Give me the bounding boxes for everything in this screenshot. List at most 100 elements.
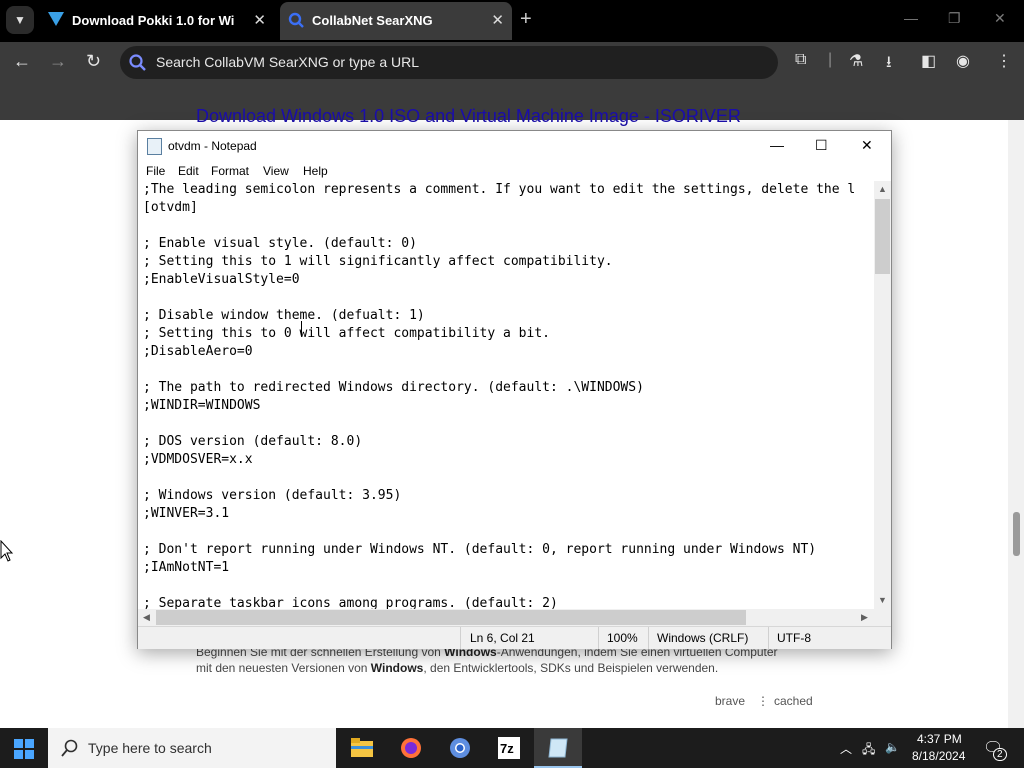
scroll-up-arrow-icon[interactable]: ▲ bbox=[878, 184, 887, 194]
close-window-icon[interactable]: ✕ bbox=[994, 10, 1006, 27]
line-endings: Windows (CRLF) bbox=[657, 631, 749, 645]
cached-link[interactable]: cached bbox=[774, 694, 813, 708]
menu-format[interactable]: Format bbox=[211, 164, 249, 178]
7zip-icon: 7z bbox=[498, 737, 520, 759]
toolbar-divider: | bbox=[828, 51, 833, 68]
notepad-text-area[interactable]: ;The leading semicolon represents a comm… bbox=[138, 181, 874, 609]
tab-download-pokki[interactable]: Download Pokki 1.0 for Windo ✕ bbox=[40, 2, 274, 40]
windows-start-icon[interactable] bbox=[14, 739, 34, 759]
clock-time[interactable]: 4:37 PM bbox=[917, 732, 962, 746]
text-caret bbox=[301, 321, 302, 336]
text-line: ;IAmNotNT=1 bbox=[143, 560, 230, 575]
download-icon[interactable]: ⭳ bbox=[886, 51, 892, 78]
taskbar-app-firefox[interactable] bbox=[387, 728, 435, 768]
status-divider bbox=[460, 627, 461, 649]
address-bar-text: Search CollabVM SearXNG or type a URL bbox=[156, 54, 419, 70]
extensions-icon[interactable]: ⧉ bbox=[795, 51, 806, 69]
taskbar-app-notepad[interactable] bbox=[534, 728, 582, 768]
notepad-app-icon bbox=[548, 738, 568, 758]
scroll-down-arrow-icon[interactable]: ▼ bbox=[878, 595, 887, 605]
taskbar-search-icon bbox=[61, 739, 78, 757]
download-favicon-icon bbox=[48, 12, 64, 26]
notepad-vertical-scrollbar[interactable]: ▲ ▼ bbox=[874, 181, 891, 609]
text-line: ; DOS version (default: 8.0) bbox=[143, 434, 363, 449]
taskbar-search-placeholder: Type here to search bbox=[88, 740, 212, 756]
minimize-icon[interactable]: — bbox=[904, 10, 918, 26]
network-icon[interactable]: 🖧 bbox=[862, 740, 875, 761]
side-panel-icon[interactable]: ◧ bbox=[921, 51, 936, 71]
taskbar-app-7zip[interactable]: 7z bbox=[485, 728, 533, 768]
labs-flask-icon[interactable]: ⚗ bbox=[849, 51, 863, 71]
browser-tab-strip: ▼ Download Pokki 1.0 for Windo ✕ CollabN… bbox=[0, 0, 1024, 42]
tab-close-icon[interactable]: ✕ bbox=[253, 11, 266, 29]
text-line: ;EnableVisualStyle=0 bbox=[143, 272, 300, 287]
menu-view[interactable]: View bbox=[263, 164, 289, 178]
searxng-favicon-icon bbox=[288, 12, 304, 28]
browser-toolbar: ← → ↻ Search CollabVM SearXNG or type a … bbox=[0, 42, 1024, 82]
notepad-title-bar[interactable]: otvdm - Notepad — ☐ ✕ bbox=[138, 131, 891, 161]
profile-avatar-icon[interactable]: ◉ bbox=[956, 51, 970, 71]
notepad-horizontal-scrollbar[interactable]: ◀ ▶ bbox=[138, 609, 874, 626]
notepad-status-bar: Ln 6, Col 21 100% Windows (CRLF) UTF-8 bbox=[138, 626, 891, 649]
result-engine-label: brave bbox=[715, 694, 746, 708]
notepad-minimize-icon[interactable]: — bbox=[770, 137, 784, 153]
volume-icon[interactable]: 🔈 bbox=[885, 740, 900, 754]
text-line: ;The leading semicolon represents a comm… bbox=[143, 182, 856, 197]
tab-collabnet-searxng[interactable]: CollabNet SearXNG ✕ bbox=[280, 2, 512, 40]
new-tab-button[interactable]: + bbox=[520, 8, 532, 31]
taskbar-app-chromium[interactable] bbox=[436, 728, 484, 768]
menu-edit[interactable]: Edit bbox=[178, 164, 199, 178]
encoding: UTF-8 bbox=[777, 631, 811, 645]
notepad-title: otvdm - Notepad bbox=[168, 139, 257, 153]
page-scrollbar[interactable] bbox=[1008, 120, 1024, 728]
tab-title: Download Pokki 1.0 for Windo bbox=[72, 13, 234, 28]
snippet-bold: Windows bbox=[370, 661, 424, 675]
tab-search-dropdown-button[interactable]: ▼ bbox=[6, 6, 34, 34]
text-line: ; Enable visual style. (default: 0) bbox=[143, 236, 417, 251]
text-line: ; Disable window theme. (defualt: 1) bbox=[143, 308, 425, 323]
notification-count-badge: 2 bbox=[993, 748, 1007, 761]
menu-icon[interactable]: ⋮ bbox=[996, 51, 1012, 71]
tab-close-icon[interactable]: ✕ bbox=[491, 11, 504, 29]
scroll-right-arrow-icon[interactable]: ▶ bbox=[861, 612, 868, 623]
size-grip[interactable] bbox=[874, 609, 891, 626]
status-divider bbox=[648, 627, 649, 649]
svg-text:7z: 7z bbox=[500, 741, 514, 756]
horizontal-scroll-thumb[interactable] bbox=[156, 610, 746, 625]
text-line: ; Separate taskbar icons among programs.… bbox=[143, 596, 558, 609]
taskbar-search-box[interactable]: Type here to search bbox=[48, 728, 336, 768]
notepad-window: otvdm - Notepad — ☐ ✕ File Edit Format V… bbox=[137, 130, 892, 649]
menu-help[interactable]: Help bbox=[303, 164, 328, 178]
notepad-maximize-icon[interactable]: ☐ bbox=[815, 137, 828, 154]
notepad-close-icon[interactable]: ✕ bbox=[861, 137, 873, 154]
taskbar-app-file-explorer[interactable] bbox=[338, 728, 386, 768]
result-separator: ⋮ bbox=[757, 694, 769, 708]
text-line: ;VDMDOSVER=x.x bbox=[143, 452, 253, 467]
text-line: ; Don't report running under Windows NT.… bbox=[143, 542, 817, 557]
search-icon bbox=[129, 54, 146, 71]
firefox-icon bbox=[401, 738, 421, 758]
tab-title: CollabNet SearXNG bbox=[312, 13, 433, 28]
forward-button[interactable]: → bbox=[49, 51, 67, 72]
address-bar[interactable]: Search CollabVM SearXNG or type a URL bbox=[120, 46, 778, 79]
result-title-link[interactable]: Download Windows 1.0 ISO and Virtual Mac… bbox=[196, 106, 741, 127]
back-button[interactable]: ← bbox=[13, 51, 31, 72]
clock-date[interactable]: 8/18/2024 bbox=[912, 749, 965, 763]
text-line: ;DisableAero=0 bbox=[143, 344, 253, 359]
snippet-text: , den Entwicklertools, SDKs und Beispiel… bbox=[423, 661, 719, 675]
chromium-icon bbox=[450, 738, 470, 758]
page-scrollbar-thumb[interactable] bbox=[1013, 512, 1020, 556]
text-line: ;WINDIR=WINDOWS bbox=[143, 398, 261, 413]
restore-icon[interactable]: ❐ bbox=[948, 10, 961, 27]
text-line: [otvdm] bbox=[143, 200, 198, 215]
scroll-left-arrow-icon[interactable]: ◀ bbox=[143, 612, 150, 623]
reload-button[interactable]: ↻ bbox=[86, 51, 101, 72]
windows-taskbar: Type here to search 7z ︿ 🖧 🔈 4:37 PM 8/1… bbox=[0, 728, 1024, 768]
notepad-icon bbox=[147, 138, 162, 155]
vertical-scroll-thumb[interactable] bbox=[875, 199, 890, 274]
show-hidden-icons-chevron-icon[interactable]: ︿ bbox=[840, 740, 852, 757]
menu-file[interactable]: File bbox=[146, 164, 165, 178]
text-line: ;WINVER=3.1 bbox=[143, 506, 230, 521]
status-divider bbox=[598, 627, 599, 649]
folder-icon bbox=[351, 738, 373, 757]
